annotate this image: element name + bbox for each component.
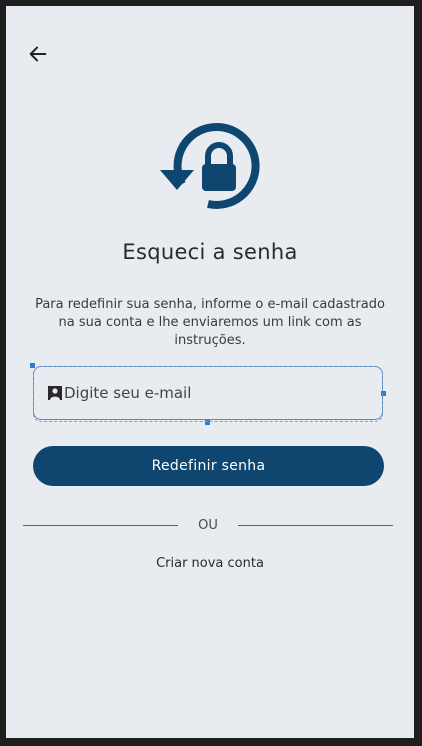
- arrow-left-icon: [29, 46, 47, 62]
- divider-line: [23, 525, 179, 526]
- back-button[interactable]: [24, 40, 52, 68]
- reset-password-button[interactable]: Redefinir senha: [33, 446, 384, 486]
- page-title: Esqueci a senha: [122, 240, 298, 264]
- or-divider: OU: [23, 518, 393, 533]
- selection-handle: [30, 363, 35, 368]
- email-input[interactable]: [62, 372, 366, 414]
- app-screen: Esqueci a senha Para redefinir sua senha…: [6, 6, 414, 738]
- instructions-text: Para redefinir sua senha, informe o e-ma…: [35, 297, 385, 348]
- person-icon: [48, 386, 62, 400]
- selection-handle: [381, 391, 386, 396]
- divider-line: [237, 525, 393, 526]
- divider-label: OU: [198, 518, 218, 533]
- selection-handle: [205, 420, 210, 425]
- create-account-link[interactable]: Criar nova conta: [6, 556, 414, 571]
- email-field[interactable]: [30, 363, 386, 425]
- lock-reset-icon: [160, 123, 260, 209]
